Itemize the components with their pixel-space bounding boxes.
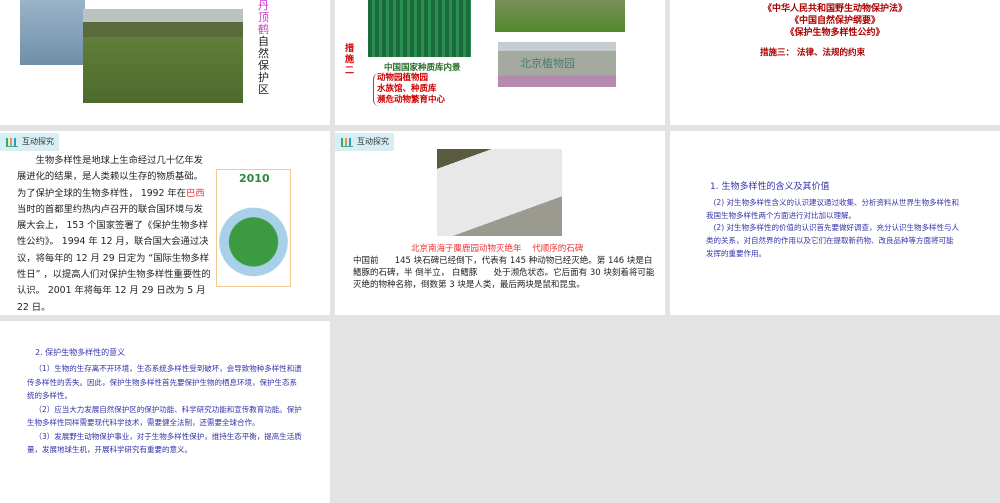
paragraph: (2) 对生物多样性的价值的认识首先要做好调查，充分认识生物多样性与人类的关系，… xyxy=(706,223,960,258)
stone-tablets-photo xyxy=(437,149,562,236)
paragraph: （2）应当大力发展自然保护区的保护功能、科学研究功能和宣传教育功能。保护生物多样… xyxy=(27,404,302,428)
measure-list: 动物园植物园 水族馆、种质库 濒危动物繁育中心 xyxy=(373,73,445,106)
crane-photo-1 xyxy=(20,0,85,65)
laws-list: 《中华人民共和国野生动物保护法》 《中国自然保护纲要》 《保护生物多样性公约》 xyxy=(670,3,1000,39)
biodiversity-poster: 2010 xyxy=(216,169,291,287)
law-item: 《中华人民共和国野生动物保护法》 xyxy=(762,4,907,14)
seed-bank-photo xyxy=(368,0,471,57)
text-part: 当时的首都里约热内卢召开的联合国环境与发展大会上， 153 个国家签署了《保护生… xyxy=(17,203,211,313)
chart-icon xyxy=(341,138,353,147)
slide-thumbnail-1[interactable]: 丹顶鹤自然保护区 xyxy=(0,0,330,125)
slide-thumbnail-4[interactable]: 互动探究 生物多样性是地球上生命经过几十亿年发展进化的结果，是人类赖以生存的物质… xyxy=(0,131,330,315)
vertical-label-text: 自然保护区 xyxy=(258,35,269,96)
list-item: 水族馆、种质库 xyxy=(377,84,437,94)
photo-caption: 北京南海子麋鹿园动物灭绝年 代顺序的石碑 xyxy=(411,244,584,254)
tag-label: 互动探究 xyxy=(357,137,389,146)
law-item: 《中国自然保护纲要》 xyxy=(789,16,880,26)
slide-thumbnail-5[interactable]: 互动探究 北京南海子麋鹿园动物灭绝年 代顺序的石碑 中国前 145 块石碑已经倒… xyxy=(335,131,665,315)
paragraph: (2) 对生物多样性含义的认识建议通过收集、分析资料从世界生物多样性和我国生物多… xyxy=(706,198,960,220)
tag-label: 互动探究 xyxy=(22,137,54,146)
body-text: 生物多样性是地球上生命经过几十亿年发展进化的结果，是人类赖以生存的物质基础。为了… xyxy=(17,153,212,315)
section-tag: 互动探究 xyxy=(0,133,59,151)
body-text: (2) 对生物多样性含义的认识建议通过收集、分析资料从世界生物多样性和我国生物多… xyxy=(706,197,960,261)
vertical-label: 丹顶鹤自然保护区 xyxy=(258,0,270,96)
list-item: 动物园植物园 xyxy=(377,73,429,83)
sign-text: 北京植物园 xyxy=(520,57,575,70)
law-item: 《保护生物多样性公约》 xyxy=(785,28,885,38)
measure-label: 措施二 xyxy=(345,44,355,76)
body-text: 中国前 145 块石碑已经倒下，代表有 145 种动物已经灭绝。第 146 块是… xyxy=(353,256,655,290)
poster-year: 2010 xyxy=(239,172,270,185)
paragraph: （3）发展野生动物保护事业，对于生物多样性保护，维持生态平衡，提高生活质量，发展… xyxy=(27,431,302,455)
seed-bank-caption: 中国国家种质库内景 xyxy=(384,63,461,73)
slide-thumbnail-3[interactable]: 《中华人民共和国野生动物保护法》 《中国自然保护纲要》 《保护生物多样性公约》 … xyxy=(670,0,1000,125)
slide-thumbnail-6[interactable]: 1. 生物多样性的含义及其价值 (2) 对生物多样性含义的认识建议通过收集、分析… xyxy=(670,131,1000,315)
slide-title: 2. 保护生物多样性的意义 xyxy=(35,348,126,357)
slide-thumbnail-7[interactable]: 2. 保护生物多样性的意义 （1）生物的生存离不开环境，生态系统多样性受到破坏，… xyxy=(0,321,330,503)
list-item: 濒危动物繁育中心 xyxy=(377,95,446,105)
chart-icon xyxy=(6,138,18,147)
body-text: （1）生物的生存离不开环境，生态系统多样性受到破坏，会导致物种多样性和遗传多样性… xyxy=(27,362,303,457)
paragraph: （1）生物的生存离不开环境，生态系统多样性受到破坏，会导致物种多样性和遗传多样性… xyxy=(27,364,302,400)
text-part: 生物多样性是地球上生命经过几十亿年发展进化的结果，是人类赖以生存的物质基础。为了… xyxy=(17,155,203,199)
section-tag: 互动探究 xyxy=(335,133,394,151)
crane-photo-2 xyxy=(83,9,243,103)
slide-title: 1. 生物多样性的含义及其价值 xyxy=(710,182,830,192)
vertical-label-colored: 丹顶鹤 xyxy=(258,0,269,36)
measure-three: 措施三： 法律、法规的约束 xyxy=(760,48,865,58)
peacock-photo xyxy=(495,0,625,32)
slide-thumbnail-2[interactable]: 北京植物园 措施二 中国国家种质库内景 动物园植物园 水族馆、种质库 濒危动物繁… xyxy=(335,0,665,125)
highlight-brazil: 巴西 xyxy=(186,187,205,199)
botanical-garden-photo: 北京植物园 xyxy=(498,42,616,87)
